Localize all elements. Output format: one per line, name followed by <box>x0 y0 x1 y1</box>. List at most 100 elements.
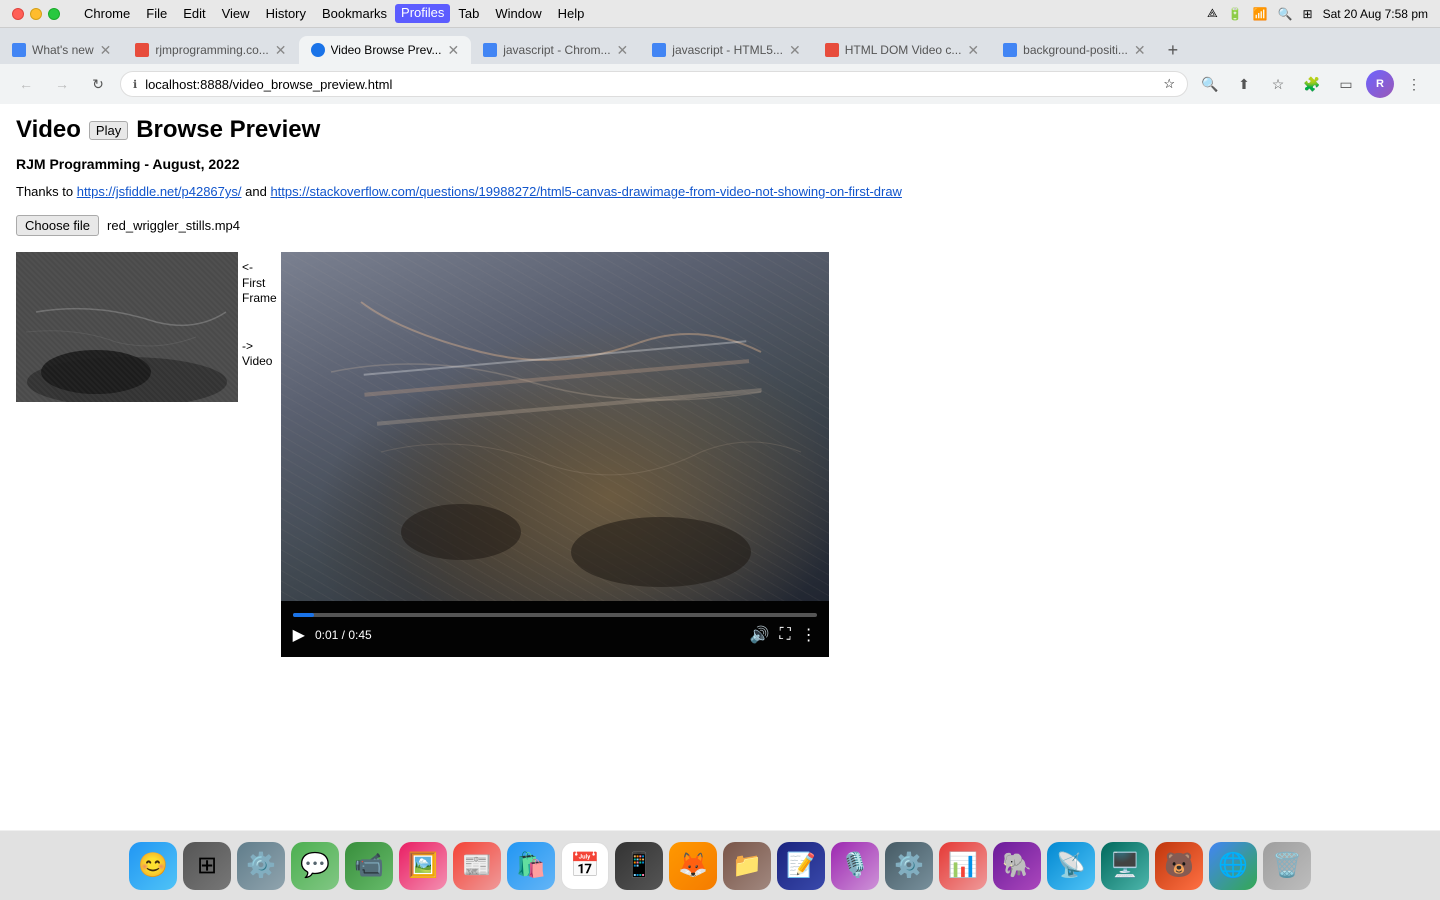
search-icon[interactable]: 🔍 <box>1278 7 1293 21</box>
thumbnail-svg <box>16 252 238 402</box>
dock-bear[interactable]: 🐻 <box>1155 842 1203 890</box>
dock-system-prefs[interactable]: ⚙️ <box>237 842 285 890</box>
thanks-link1[interactable]: https://jsfiddle.net/p42867ys/ <box>77 184 242 199</box>
toolbar-icons: 🔍 ⬆ ☆ 🧩 ▭ R ⋮ <box>1196 70 1428 98</box>
dock-messages[interactable]: 💬 <box>291 842 339 890</box>
menu-chrome[interactable]: Chrome <box>76 4 138 23</box>
play-button[interactable]: ▶ <box>293 625 305 645</box>
tab-close-icon[interactable]: ✕ <box>100 42 112 59</box>
mute-button[interactable]: 🔊 <box>750 625 770 645</box>
datetime: Sat 20 Aug 7:58 pm <box>1323 7 1428 21</box>
dock-iphone[interactable]: 📱 <box>615 842 663 890</box>
tab-close-icon[interactable]: ✕ <box>617 42 629 59</box>
progress-bar[interactable] <box>293 613 817 617</box>
tab-video-browse-preview[interactable]: Video Browse Prev... ✕ <box>299 36 472 64</box>
reload-button[interactable]: ↻ <box>84 70 112 98</box>
maximize-button[interactable] <box>48 8 60 20</box>
bookmark-icon[interactable]: ☆ <box>1264 70 1292 98</box>
subtitle: RJM Programming - August, 2022 <box>16 156 1424 172</box>
address-bar[interactable]: ℹ localhost:8888/video_browse_preview.ht… <box>120 71 1188 97</box>
dock-photos[interactable]: 🖼️ <box>399 842 447 890</box>
dock-settings2[interactable]: ⚙️ <box>885 842 933 890</box>
tab-whats-new[interactable]: What's new ✕ <box>0 36 123 64</box>
dock-launchpad[interactable]: ⊞ <box>183 842 231 890</box>
preview-area: <- First Frame -> Video <box>16 252 1424 657</box>
dock-firefox[interactable]: 🦊 <box>669 842 717 890</box>
dock-monitor[interactable]: 🖥️ <box>1101 842 1149 890</box>
thanks-row: Thanks to https://jsfiddle.net/p42867ys/… <box>16 184 1424 199</box>
page-content: Video Play Browse Preview RJM Programmin… <box>0 104 1440 669</box>
menu-view[interactable]: View <box>214 4 258 23</box>
video-player[interactable]: ▶ 0:01 / 0:45 🔊 ⛶ ⋮ <box>281 252 829 657</box>
dock-facetime[interactable]: 📹 <box>345 842 393 890</box>
dock-bbedit[interactable]: 📝 <box>777 842 825 890</box>
tab-close-icon[interactable]: ✕ <box>789 42 801 59</box>
sidebar-icon[interactable]: ▭ <box>1332 70 1360 98</box>
menu-help[interactable]: Help <box>550 4 593 23</box>
dock-news[interactable]: 📰 <box>453 842 501 890</box>
tab-favicon <box>311 43 325 57</box>
star-icon[interactable]: ☆ <box>1163 76 1175 92</box>
dock-filezilla[interactable]: 📁 <box>723 842 771 890</box>
dock-trash[interactable]: 🗑️ <box>1263 842 1311 890</box>
dock-appstore[interactable]: 🛍️ <box>507 842 555 890</box>
dock-db[interactable]: 🐘 <box>993 842 1041 890</box>
controls-row: ▶ 0:01 / 0:45 🔊 ⛶ ⋮ <box>293 625 817 645</box>
choose-file-button[interactable]: Choose file <box>16 215 99 236</box>
tab-rjmprogramming[interactable]: rjmprogramming.co... ✕ <box>123 36 298 64</box>
address-bar-row: ← → ↻ ℹ localhost:8888/video_browse_prev… <box>0 64 1440 104</box>
thanks-link2[interactable]: https://stackoverflow.com/questions/1998… <box>270 184 902 199</box>
minimize-button[interactable] <box>30 8 42 20</box>
fullscreen-button[interactable]: ⛶ <box>779 625 790 645</box>
dock-chrome[interactable]: 🌐 <box>1209 842 1257 890</box>
filename-text: red_wriggler_stills.mp4 <box>107 218 240 233</box>
dock-calendar[interactable]: 📅 <box>561 842 609 890</box>
menu-bookmarks[interactable]: Bookmarks <box>314 4 395 23</box>
tab-javascript-html5[interactable]: javascript - HTML5... ✕ <box>640 36 812 64</box>
tab-close-icon[interactable]: ✕ <box>1134 42 1146 59</box>
video-controls: ▶ 0:01 / 0:45 🔊 ⛶ ⋮ <box>281 601 829 657</box>
menu-file[interactable]: File <box>138 4 175 23</box>
dock-activity[interactable]: 📊 <box>939 842 987 890</box>
dock: 😊 ⊞ ⚙️ 💬 📹 🖼️ 📰 🛍️ 📅 📱 🦊 📁 📝 🎙️ ⚙️ 📊 🐘 📡… <box>0 830 1440 900</box>
search-toolbar-icon[interactable]: 🔍 <box>1196 70 1224 98</box>
menu-profiles[interactable]: Profiles <box>395 4 450 23</box>
profile-avatar[interactable]: R <box>1366 70 1394 98</box>
tab-close-icon[interactable]: ✕ <box>967 42 979 59</box>
title-after: Browse Preview <box>136 116 320 144</box>
close-button[interactable] <box>12 8 24 20</box>
tab-close-icon[interactable]: ✕ <box>275 42 287 59</box>
tab-label: background-positi... <box>1023 43 1128 57</box>
tab-label: HTML DOM Video c... <box>845 43 962 57</box>
bluetooth-icon: ⟁ <box>1207 6 1218 21</box>
thanks-prefix: Thanks to <box>16 184 73 199</box>
menu-history[interactable]: History <box>258 4 314 23</box>
back-button[interactable]: ← <box>12 70 40 98</box>
dock-finder[interactable]: 😊 <box>129 842 177 890</box>
tab-favicon <box>825 43 839 57</box>
dock-wifi2[interactable]: 📡 <box>1047 842 1095 890</box>
title-before: Video <box>16 116 81 144</box>
battery-icon: 🔋 <box>1228 7 1243 21</box>
menu-edit[interactable]: Edit <box>175 4 213 23</box>
arrow-first-frame: <- First Frame <box>242 260 277 307</box>
tab-label: rjmprogramming.co... <box>155 43 268 57</box>
tab-html-dom-video[interactable]: HTML DOM Video c... ✕ <box>813 36 991 64</box>
tab-background-position[interactable]: background-positi... ✕ <box>991 36 1157 64</box>
control-center-icon[interactable]: ⊞ <box>1303 7 1313 21</box>
time-display: 0:01 / 0:45 <box>315 628 740 642</box>
forward-button[interactable]: → <box>48 70 76 98</box>
tab-javascript-chrome[interactable]: javascript - Chrom... ✕ <box>471 36 640 64</box>
menu-tab[interactable]: Tab <box>450 4 487 23</box>
share-icon[interactable]: ⬆ <box>1230 70 1258 98</box>
menu-icon[interactable]: ⋮ <box>1400 70 1428 98</box>
tab-close-icon[interactable]: ✕ <box>447 42 459 59</box>
dock-podcast[interactable]: 🎙️ <box>831 842 879 890</box>
extensions-icon[interactable]: 🧩 <box>1298 70 1326 98</box>
new-tab-button[interactable]: + <box>1158 36 1189 64</box>
more-options-button[interactable]: ⋮ <box>801 625 817 645</box>
browser-content: Video Play Browse Preview RJM Programmin… <box>0 104 1440 824</box>
tab-label: What's new <box>32 43 94 57</box>
menu-window[interactable]: Window <box>487 4 549 23</box>
thanks-and: and <box>245 184 267 199</box>
